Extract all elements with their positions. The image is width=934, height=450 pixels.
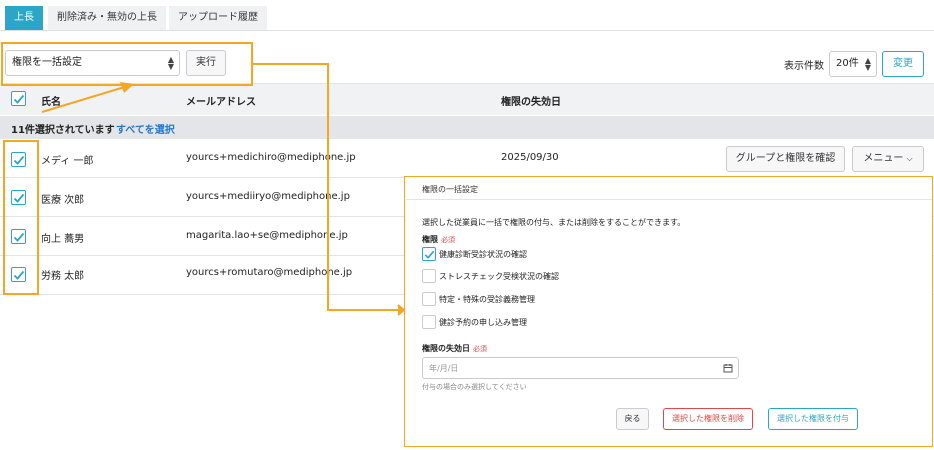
permission-label: ストレスチェック受検状況の確認 [439, 272, 559, 281]
modal-description: 選択した従業員に一括で権限の付与、または削除をすることができます。 [422, 218, 686, 227]
permission-checkbox[interactable] [422, 292, 436, 306]
selection-bar: 11件選択されています すべてを選択 [0, 116, 934, 139]
check-icon [424, 250, 435, 259]
row-expiry: 2025/09/30 [501, 152, 559, 163]
required-badge: 必須 [473, 345, 487, 353]
permission-checkbox[interactable] [422, 315, 436, 329]
remove-permission-button[interactable]: 選択した権限を削除 [663, 408, 753, 430]
connector-line [253, 63, 329, 65]
connector-line [327, 63, 329, 311]
expiry-label-text: 権限の失効日 [422, 344, 470, 353]
table-row: メディ 一郎 yourcs+medichiro@mediphone.jp 202… [0, 140, 934, 178]
expiry-label: 権限の失効日 必須 [422, 343, 487, 354]
permissions-label: 権限 必須 [422, 234, 455, 245]
header-email: メールアドレス [186, 97, 256, 108]
connector-line [327, 309, 396, 311]
row-name: 向上 蕎男 [41, 234, 85, 245]
page-size-value: 20件 [836, 58, 859, 69]
grant-permission-button[interactable]: 選択した権限を付与 [768, 408, 858, 430]
row-email: yourcs+mediiryo@mediphone.jp [186, 191, 350, 202]
expiry-hint: 付与の場合のみ選択してください [422, 383, 527, 391]
row-name: 労務 太郎 [41, 271, 85, 282]
modal-divider [406, 199, 932, 200]
page-size-select[interactable]: 20件 ▲ ▼ [829, 51, 877, 77]
page-size-label: 表示件数 [784, 61, 824, 72]
permission-checkbox[interactable] [422, 247, 436, 261]
tab-upload-history[interactable]: アップロード履歴 [169, 6, 267, 30]
arrow-right-icon [392, 304, 404, 316]
row-email: magarita.lao+se@mediphone.jp [186, 230, 348, 241]
permission-label: 健康診断受診状況の確認 [439, 250, 527, 259]
selection-count: 11件選択されています [11, 125, 115, 136]
change-page-size-button[interactable]: 変更 [882, 51, 924, 77]
tab-boss[interactable]: 上長 [5, 6, 43, 30]
tab-divider [0, 30, 934, 31]
bulk-permission-modal: 権限の一括設定 選択した従業員に一括で権限の付与、または削除をすることができます… [404, 176, 933, 447]
modal-title: 権限の一括設定 [422, 185, 478, 194]
checkbox-column-highlight [3, 140, 39, 295]
updown-arrows-icon: ▲ ▼ [864, 56, 871, 72]
chevron-down-icon: ⌵ [906, 154, 913, 163]
check-icon [13, 94, 25, 104]
permissions-label-text: 権限 [422, 235, 438, 244]
arrow-diagonal-icon [41, 82, 134, 113]
select-all-checkbox[interactable] [11, 91, 26, 106]
row-menu-label: メニュー [863, 153, 904, 164]
tab-deleted-bosses[interactable]: 削除済み・無効の上長 [48, 6, 166, 30]
permission-label: 健診予約の申し込み管理 [439, 318, 527, 327]
row-email: yourcs+medichiro@mediphone.jp [186, 152, 356, 163]
permission-label: 特定・特殊の受診義務管理 [439, 295, 535, 304]
header-expiry: 権限の失効日 [501, 97, 561, 108]
back-button[interactable]: 戻る [616, 408, 649, 430]
row-name: メディ 一郎 [41, 156, 94, 167]
required-badge: 必須 [441, 236, 455, 244]
row-name: 医療 次郎 [41, 195, 85, 206]
calendar-icon [723, 364, 733, 373]
select-all-link[interactable]: すべてを選択 [116, 121, 175, 136]
row-menu-button[interactable]: メニュー ⌵ [852, 146, 924, 172]
expiry-date-input[interactable]: 年/月/日 [422, 357, 739, 379]
group-permission-button[interactable]: グループと権限を確認 [726, 146, 845, 172]
permission-checkbox[interactable] [422, 269, 436, 283]
date-placeholder: 年/月/日 [429, 364, 459, 373]
table-header: 氏名 メールアドレス 権限の失効日 [0, 83, 934, 115]
